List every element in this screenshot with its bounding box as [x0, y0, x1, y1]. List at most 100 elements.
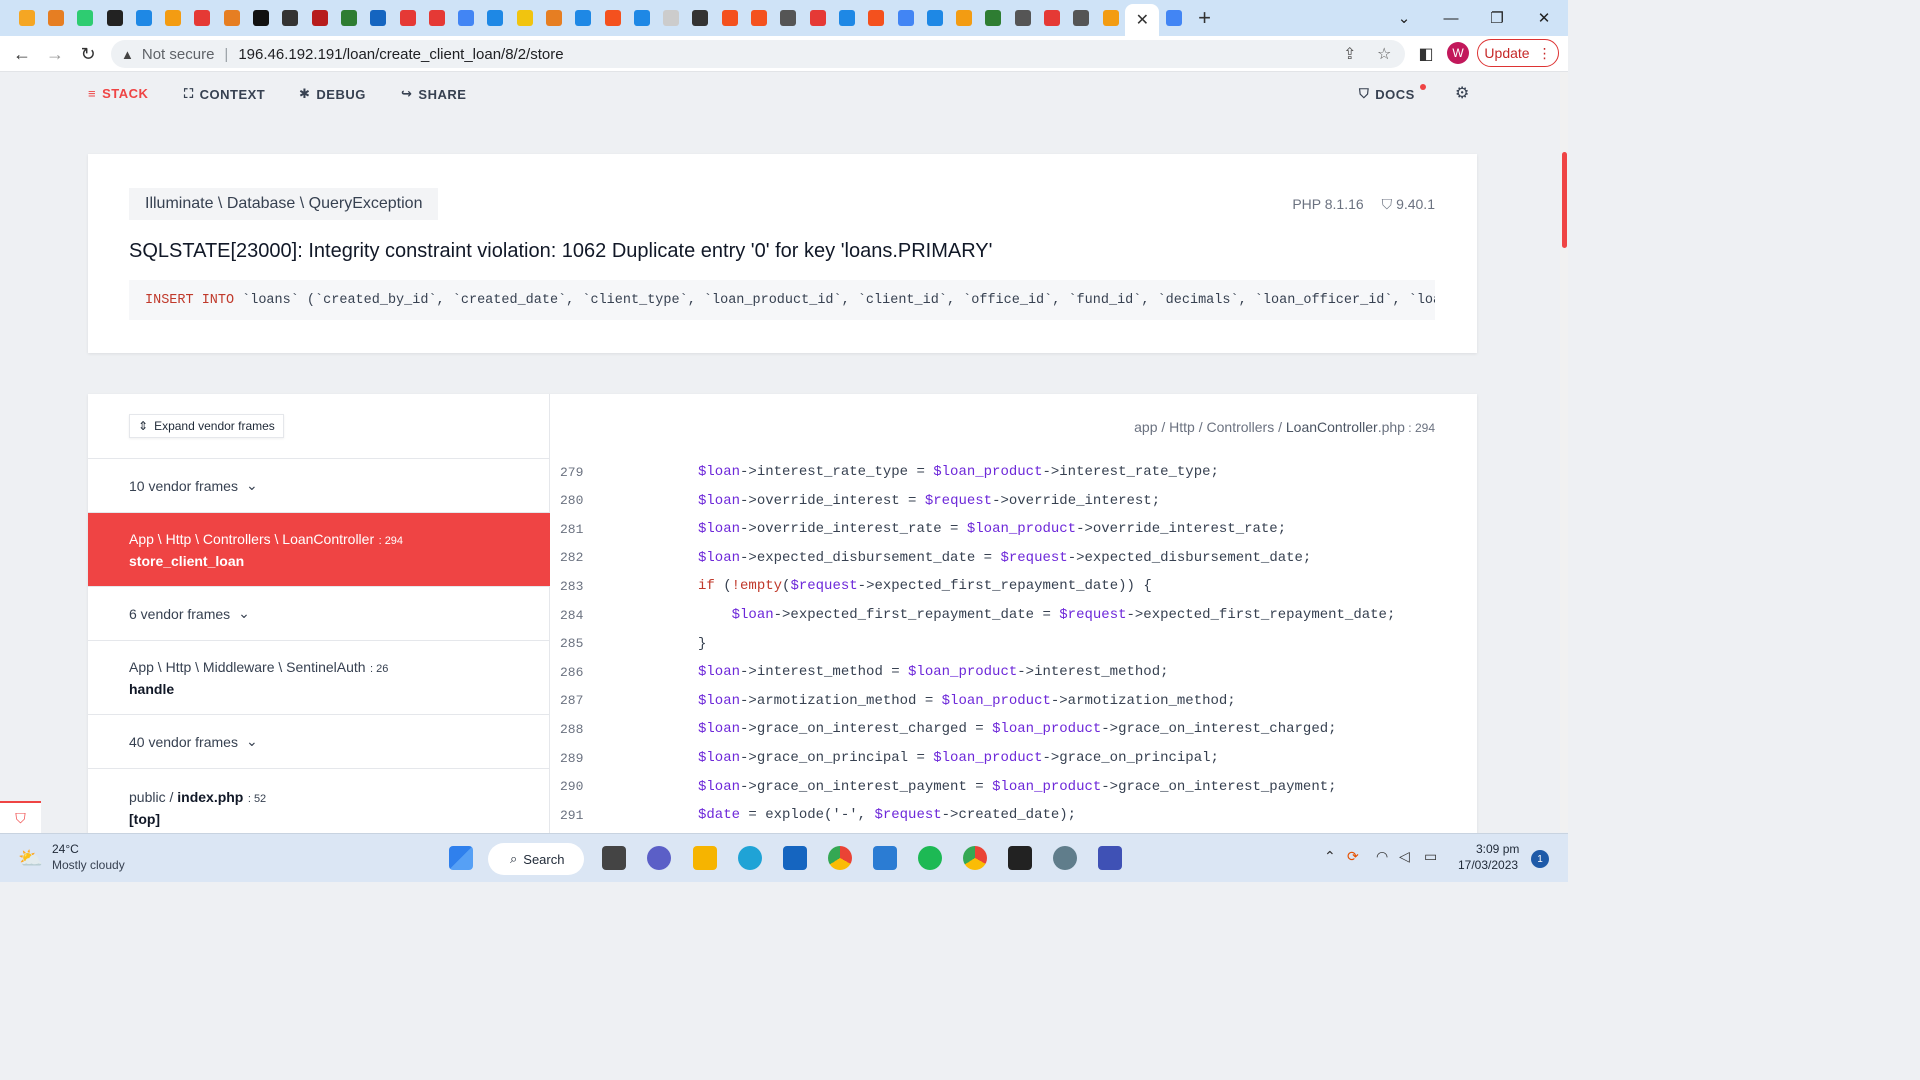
browser-tab[interactable] [481, 0, 510, 36]
browser-tab[interactable] [246, 0, 275, 36]
notification-badge[interactable]: 1 [1531, 850, 1549, 868]
browser-tab[interactable] [129, 0, 158, 36]
browser-tab[interactable] [510, 0, 539, 36]
nav-stack[interactable]: ≡ STACK [88, 86, 148, 101]
browser-tab[interactable] [334, 0, 363, 36]
new-tab-icon[interactable]: + [1189, 0, 1221, 36]
browser-tab[interactable] [1096, 0, 1125, 36]
browser-tab[interactable] [627, 0, 656, 36]
clock-date[interactable]: 17/03/2023 [1458, 858, 1518, 872]
browser-tab[interactable] [920, 0, 949, 36]
expand-vendor-frames-button[interactable]: ⇕ Expand vendor frames [129, 414, 284, 438]
active-tab-close-icon[interactable]: ✕ [1125, 4, 1160, 36]
browser-tab[interactable] [1037, 0, 1066, 36]
weather-description[interactable]: Mostly cloudy [52, 858, 125, 872]
edge-browser-icon[interactable] [738, 846, 762, 870]
browser-tab[interactable] [1008, 0, 1037, 36]
browser-tab[interactable] [393, 0, 422, 36]
browser-tab[interactable] [12, 0, 41, 36]
not-secure-label: Not secure [141, 45, 215, 63]
laravel-logo-icon[interactable]: ⛉ [0, 801, 41, 833]
browser-tab[interactable] [364, 0, 393, 36]
reload-icon[interactable]: ↻ [76, 42, 100, 66]
maximize-icon[interactable]: ❐ [1474, 0, 1520, 36]
browser-tab[interactable] [305, 0, 334, 36]
clock-time[interactable]: 3:09 pm [1476, 842, 1519, 856]
browser-tab[interactable] [422, 0, 451, 36]
sync-icon[interactable]: ⟳ [1347, 848, 1359, 865]
scrollbar-thumb[interactable] [1562, 152, 1567, 248]
vendor-frames-group[interactable]: 6 vendor frames ⌄ [88, 586, 550, 640]
teams-chat-icon[interactable] [647, 846, 671, 870]
browser-tab[interactable] [1067, 0, 1096, 36]
side-panel-icon[interactable]: ◧ [1414, 42, 1438, 66]
browser-tab[interactable] [979, 0, 1008, 36]
frame-loan-controller[interactable]: App \ Http \ Controllers \ LoanControlle… [88, 512, 550, 586]
browser-tab[interactable] [539, 0, 568, 36]
nav-docs[interactable]: ⛉ DOCS [1359, 86, 1415, 102]
nav-context[interactable]: ⛶ CONTEXT [184, 86, 265, 102]
url-omnibox[interactable]: ▲ Not secure | 196.46.192.191/loan/creat… [111, 40, 1405, 68]
browser-tab[interactable] [276, 0, 305, 36]
browser-tab[interactable] [686, 0, 715, 36]
network-app-icon[interactable] [1098, 846, 1122, 870]
close-window-icon[interactable]: ✕ [1521, 0, 1567, 36]
back-icon[interactable]: ← [10, 42, 34, 66]
share-page-icon[interactable]: ⇪ [1343, 40, 1356, 68]
browser-tab[interactable] [100, 0, 129, 36]
browser-tab[interactable] [598, 0, 627, 36]
browser-tab[interactable] [832, 0, 861, 36]
browser-tab[interactable] [1159, 0, 1188, 36]
microsoft-store-icon[interactable] [783, 846, 807, 870]
tab-favicon-icon [751, 10, 768, 26]
spotify-icon[interactable] [918, 846, 942, 870]
minimize-icon[interactable]: — [1428, 0, 1474, 36]
settings-gear-icon[interactable]: ⚙ [1455, 83, 1470, 103]
weather-temperature[interactable]: 24°C [52, 842, 79, 856]
profile-avatar[interactable]: W [1447, 42, 1469, 64]
browser-tab[interactable] [803, 0, 832, 36]
taskbar-search[interactable]: ⌕ Search [488, 843, 584, 875]
browser-tab[interactable] [41, 0, 70, 36]
windows-start-icon[interactable] [449, 846, 473, 870]
tab-favicon-icon [340, 10, 357, 26]
browser-tab[interactable] [715, 0, 744, 36]
browser-tab[interactable] [950, 0, 979, 36]
vendor-frames-group[interactable]: 40 vendor frames ⌄ [88, 714, 550, 768]
page-scrollbar[interactable] [1560, 72, 1568, 832]
browser-tab[interactable] [158, 0, 187, 36]
browser-tab[interactable] [862, 0, 891, 36]
nav-debug[interactable]: ✱ DEBUG [299, 86, 366, 102]
browser-tab[interactable] [217, 0, 246, 36]
vendor-frames-group[interactable]: 10 vendor frames ⌄ [88, 458, 550, 512]
browser-tab[interactable] [774, 0, 803, 36]
url-text[interactable]: 196.46.192.191/loan/create_client_loan/8… [238, 46, 563, 63]
chevron-up-icon[interactable]: ⌃ [1324, 848, 1336, 865]
wifi-icon[interactable]: ◠ [1376, 848, 1388, 865]
volume-icon[interactable]: ◁ [1399, 848, 1410, 865]
vscode-icon[interactable] [873, 846, 897, 870]
browser-tab[interactable] [891, 0, 920, 36]
tab-search-icon[interactable]: ⌄ [1381, 0, 1427, 36]
forward-icon[interactable]: → [43, 42, 67, 66]
settings-icon[interactable] [1053, 846, 1077, 870]
file-explorer-icon[interactable] [693, 846, 717, 870]
browser-tab[interactable] [569, 0, 598, 36]
browser-tab[interactable] [657, 0, 686, 36]
browser-tab[interactable] [451, 0, 480, 36]
browser-tab[interactable] [188, 0, 217, 36]
code-file-path[interactable]: app / Http / Controllers / LoanControlle… [1134, 419, 1435, 435]
update-button[interactable]: Update ⋮ [1477, 39, 1559, 67]
browser-tab[interactable] [744, 0, 773, 36]
terminal-icon[interactable] [1008, 846, 1032, 870]
chrome-icon[interactable] [828, 846, 852, 870]
battery-icon[interactable]: ▭ [1424, 848, 1437, 865]
chrome-profile-icon[interactable] [963, 846, 987, 870]
nav-share[interactable]: ↪ SHARE [401, 86, 466, 102]
weather-cloud-icon[interactable]: ⛅ [18, 846, 46, 870]
task-view-icon[interactable] [602, 846, 626, 870]
browser-tab[interactable] [71, 0, 100, 36]
frame-sentinel-auth[interactable]: App \ Http \ Middleware \ SentinelAuth :… [88, 640, 550, 714]
frame-index[interactable]: public / index.php : 52 [top] [88, 768, 550, 834]
bookmark-star-icon[interactable]: ☆ [1377, 40, 1391, 68]
